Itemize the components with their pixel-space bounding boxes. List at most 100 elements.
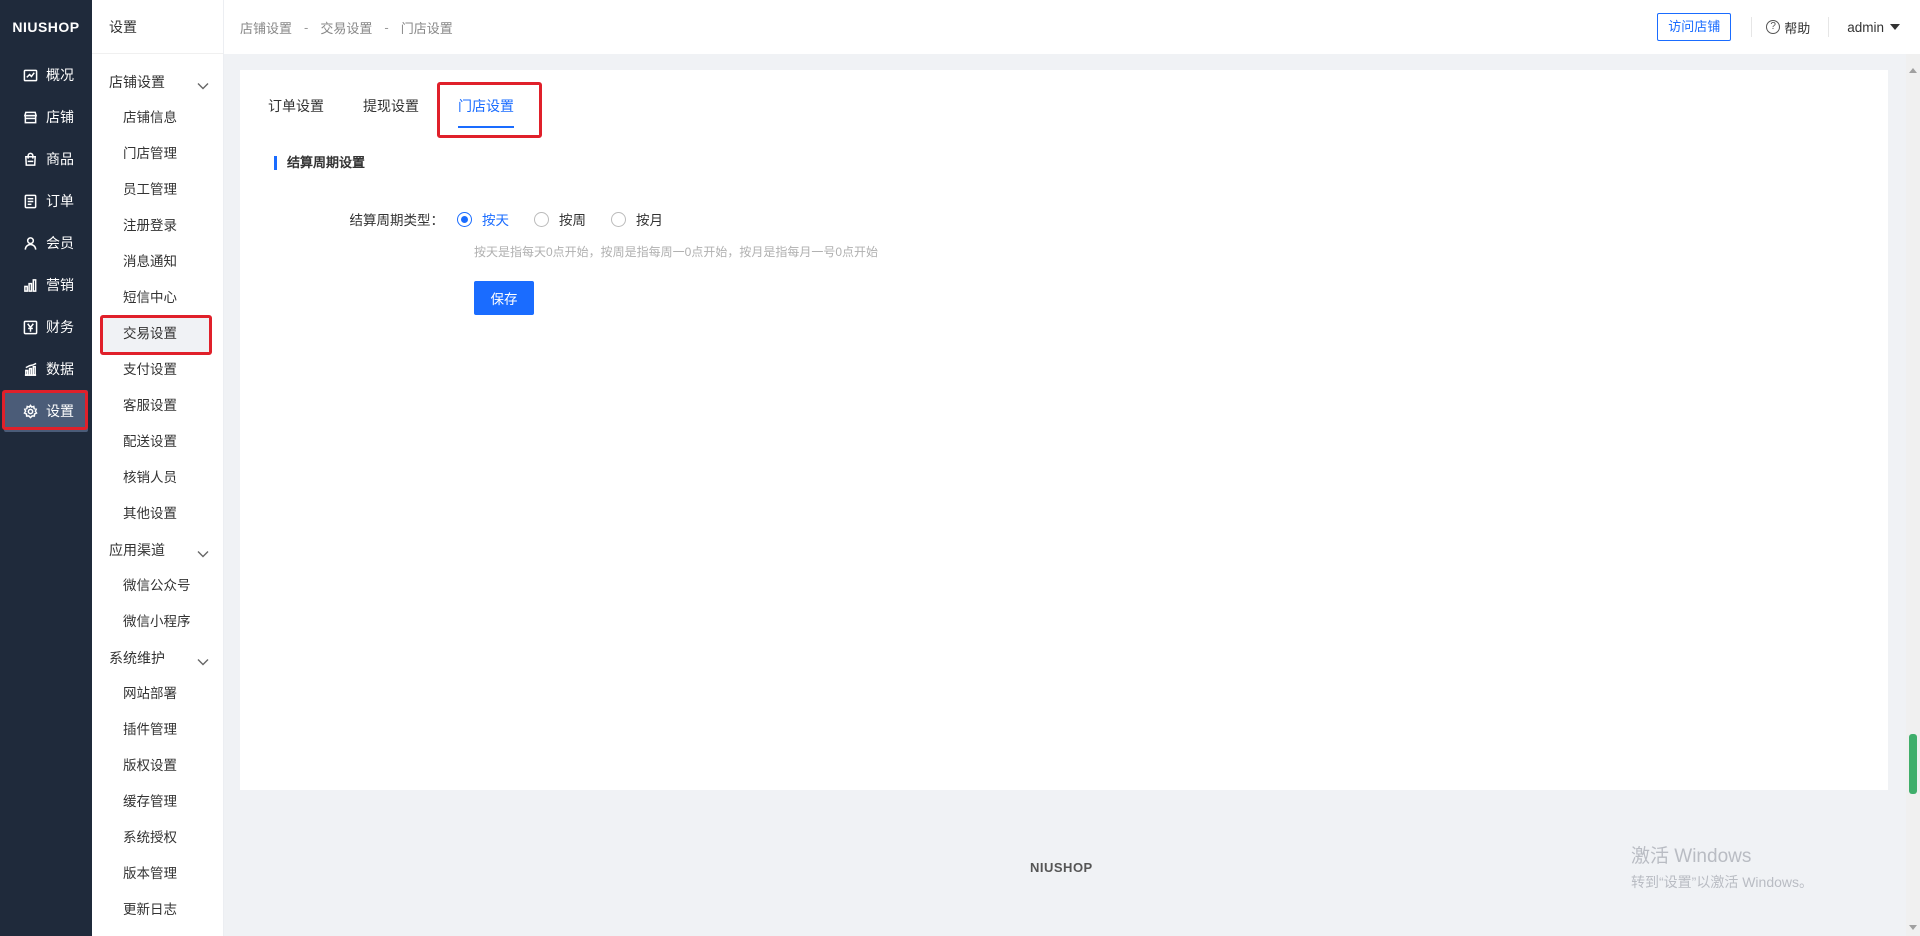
sub-group-store-settings[interactable]: 店铺设置 xyxy=(92,64,223,100)
sub-group-label: 系统维护 xyxy=(109,650,165,666)
nav-item-label: 订单 xyxy=(46,193,74,209)
header-divider xyxy=(1751,17,1753,37)
settlement-cycle-row: 结算周期类型： 按天 按周 按月 xyxy=(240,209,688,229)
sub-item-notice[interactable]: 消息通知 xyxy=(92,244,223,280)
sub-item-copyright[interactable]: 版权设置 xyxy=(92,748,223,784)
store-icon xyxy=(22,109,38,125)
yen-icon xyxy=(22,319,38,335)
sub-group-label: 应用渠道 xyxy=(109,542,165,558)
sub-item-register[interactable]: 注册登录 xyxy=(92,208,223,244)
top-header: 店铺设置 - 交易设置 - 门店设置 访问店铺 ? 帮助 admin xyxy=(224,0,1920,54)
sub-nav-title: 设置 xyxy=(92,0,223,54)
radio-unchecked-icon xyxy=(534,211,549,227)
sub-item-wechat-mini[interactable]: 微信小程序 xyxy=(92,604,223,640)
nav-item-store[interactable]: 店铺 xyxy=(0,96,92,138)
tab-withdraw-settings[interactable]: 提现设置 xyxy=(363,84,419,128)
radio-label: 按天 xyxy=(482,213,509,228)
nav-item-data[interactable]: 数据 xyxy=(0,348,92,390)
tab-store-settings[interactable]: 门店设置 xyxy=(458,84,514,128)
nav-item-label: 营销 xyxy=(46,277,74,293)
windows-activation-watermark: 激活 Windows 转到“设置”以激活 Windows。 xyxy=(1631,841,1813,892)
breadcrumb-item[interactable]: 门店设置 xyxy=(401,18,453,37)
nav-item-label: 商品 xyxy=(46,151,74,167)
nav-item-finance[interactable]: 财务 xyxy=(0,306,92,348)
document-icon xyxy=(22,193,38,209)
sub-group-system[interactable]: 系统维护 xyxy=(92,640,223,676)
sub-item-store-manage[interactable]: 门店管理 xyxy=(92,136,223,172)
section-title: 结算周期设置 xyxy=(274,156,365,170)
bar-chart-icon xyxy=(22,277,38,293)
sub-nav: 设置 店铺设置 店铺信息 门店管理 员工管理 注册登录 消息通知 短信中心 交易… xyxy=(92,0,224,936)
radio-weekly[interactable]: 按周 xyxy=(534,209,586,229)
main-nav: NIUSHOP 概况 店铺 商品 订单 会员 营销 财务 数据 设置 xyxy=(0,0,92,936)
page-scrollbar[interactable] xyxy=(1906,54,1920,936)
radio-monthly[interactable]: 按月 xyxy=(611,209,663,229)
content-card: 订单设置 提现设置 门店设置 结算周期设置 结算周期类型： 按天 按周 按月 按… xyxy=(240,70,1888,790)
watermark-line1: 激活 Windows xyxy=(1631,846,1752,867)
sub-item-trade-settings[interactable]: 交易设置 xyxy=(102,316,209,352)
settlement-cycle-label: 结算周期类型： xyxy=(349,213,445,228)
scrollbar-thumb[interactable] xyxy=(1909,734,1917,794)
nav-item-marketing[interactable]: 营销 xyxy=(0,264,92,306)
nav-item-overview[interactable]: 概况 xyxy=(0,54,92,96)
scroll-up-icon[interactable] xyxy=(1909,68,1917,73)
nav-item-label: 设置 xyxy=(46,403,74,419)
help-link[interactable]: ? 帮助 xyxy=(1766,18,1810,37)
data-chart-icon xyxy=(22,361,38,377)
breadcrumb-item[interactable]: 店铺设置 xyxy=(240,18,292,37)
sub-item-payment[interactable]: 支付设置 xyxy=(92,352,223,388)
header-divider xyxy=(1828,17,1830,37)
watermark-line2: 转到“设置”以激活 Windows。 xyxy=(1631,874,1814,890)
nav-item-member[interactable]: 会员 xyxy=(0,222,92,264)
sub-item-wechat-official[interactable]: 微信公众号 xyxy=(92,568,223,604)
sub-group-channels[interactable]: 应用渠道 xyxy=(92,532,223,568)
sub-item-other[interactable]: 其他设置 xyxy=(92,496,223,532)
nav-item-order[interactable]: 订单 xyxy=(0,180,92,222)
chevron-down-icon xyxy=(197,653,209,666)
sub-item-deploy[interactable]: 网站部署 xyxy=(92,676,223,712)
sub-item-staff[interactable]: 员工管理 xyxy=(92,172,223,208)
caret-down-icon xyxy=(1890,24,1900,30)
sub-item-changelog[interactable]: 更新日志 xyxy=(92,892,223,928)
radio-daily[interactable]: 按天 xyxy=(457,209,509,229)
chevron-down-icon xyxy=(197,77,209,90)
nav-item-goods[interactable]: 商品 xyxy=(0,138,92,180)
breadcrumb-separator: - xyxy=(384,19,389,35)
user-name: admin xyxy=(1847,19,1884,35)
nav-item-settings[interactable]: 设置 xyxy=(4,390,88,432)
help-label: 帮助 xyxy=(1784,20,1811,36)
settlement-cycle-hint: 按天是指每天0点开始，按周是指每周一0点开始，按月是指每月一号0点开始 xyxy=(474,245,879,259)
sub-item-delivery[interactable]: 配送设置 xyxy=(92,424,223,460)
user-menu[interactable]: admin xyxy=(1847,20,1900,35)
breadcrumb-separator: - xyxy=(304,19,309,35)
nav-item-label: 概况 xyxy=(46,67,74,83)
nav-logo[interactable]: NIUSHOP xyxy=(0,0,92,54)
header-actions: 访问店铺 ? 帮助 admin xyxy=(1657,0,1920,54)
sub-item-version[interactable]: 版本管理 xyxy=(92,856,223,892)
radio-unchecked-icon xyxy=(611,211,626,227)
nav-item-label: 店铺 xyxy=(46,109,74,125)
sub-item-service[interactable]: 客服设置 xyxy=(92,388,223,424)
scroll-down-icon[interactable] xyxy=(1909,925,1917,930)
tab-order-settings[interactable]: 订单设置 xyxy=(268,84,324,128)
footer-logo: NIUSHOP xyxy=(1030,860,1093,875)
tab-bar: 订单设置 提现设置 门店设置 xyxy=(268,84,553,128)
radio-label: 按周 xyxy=(559,213,586,228)
sub-item-license[interactable]: 系统授权 xyxy=(92,820,223,856)
nav-item-label: 财务 xyxy=(46,319,74,335)
sub-item-store-info[interactable]: 店铺信息 xyxy=(92,100,223,136)
nav-item-label: 会员 xyxy=(46,235,74,251)
radio-checked-icon xyxy=(457,211,472,227)
radio-label: 按月 xyxy=(636,213,663,228)
visit-store-button[interactable]: 访问店铺 xyxy=(1657,13,1732,41)
sub-item-verifier[interactable]: 核销人员 xyxy=(92,460,223,496)
user-icon xyxy=(22,235,38,251)
save-button[interactable]: 保存 xyxy=(474,281,534,315)
sub-item-sms[interactable]: 短信中心 xyxy=(92,280,223,316)
sub-item-plugins[interactable]: 插件管理 xyxy=(92,712,223,748)
breadcrumb-item[interactable]: 交易设置 xyxy=(320,18,372,37)
nav-item-label: 数据 xyxy=(46,361,74,377)
sub-group-label: 店铺设置 xyxy=(109,74,165,90)
bag-icon xyxy=(22,151,38,167)
sub-item-cache[interactable]: 缓存管理 xyxy=(92,784,223,820)
